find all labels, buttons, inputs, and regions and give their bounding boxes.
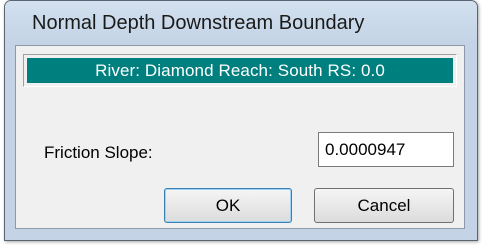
dialog-window: Normal Depth Downstream Boundary River: … xyxy=(4,0,478,241)
ok-button[interactable]: OK xyxy=(164,188,292,223)
location-banner-frame: River: Diamond Reach: South RS: 0.0 xyxy=(23,54,457,87)
friction-slope-label: Friction Slope: xyxy=(44,143,153,162)
title-bar[interactable]: Normal Depth Downstream Boundary xyxy=(5,1,477,43)
friction-slope-input[interactable] xyxy=(318,132,454,167)
window-title: Normal Depth Downstream Boundary xyxy=(32,12,365,34)
dialog-body: River: Diamond Reach: South RS: 0.0 Fric… xyxy=(15,45,465,229)
cancel-button[interactable]: Cancel xyxy=(314,188,454,223)
location-banner: River: Diamond Reach: South RS: 0.0 xyxy=(27,58,453,83)
